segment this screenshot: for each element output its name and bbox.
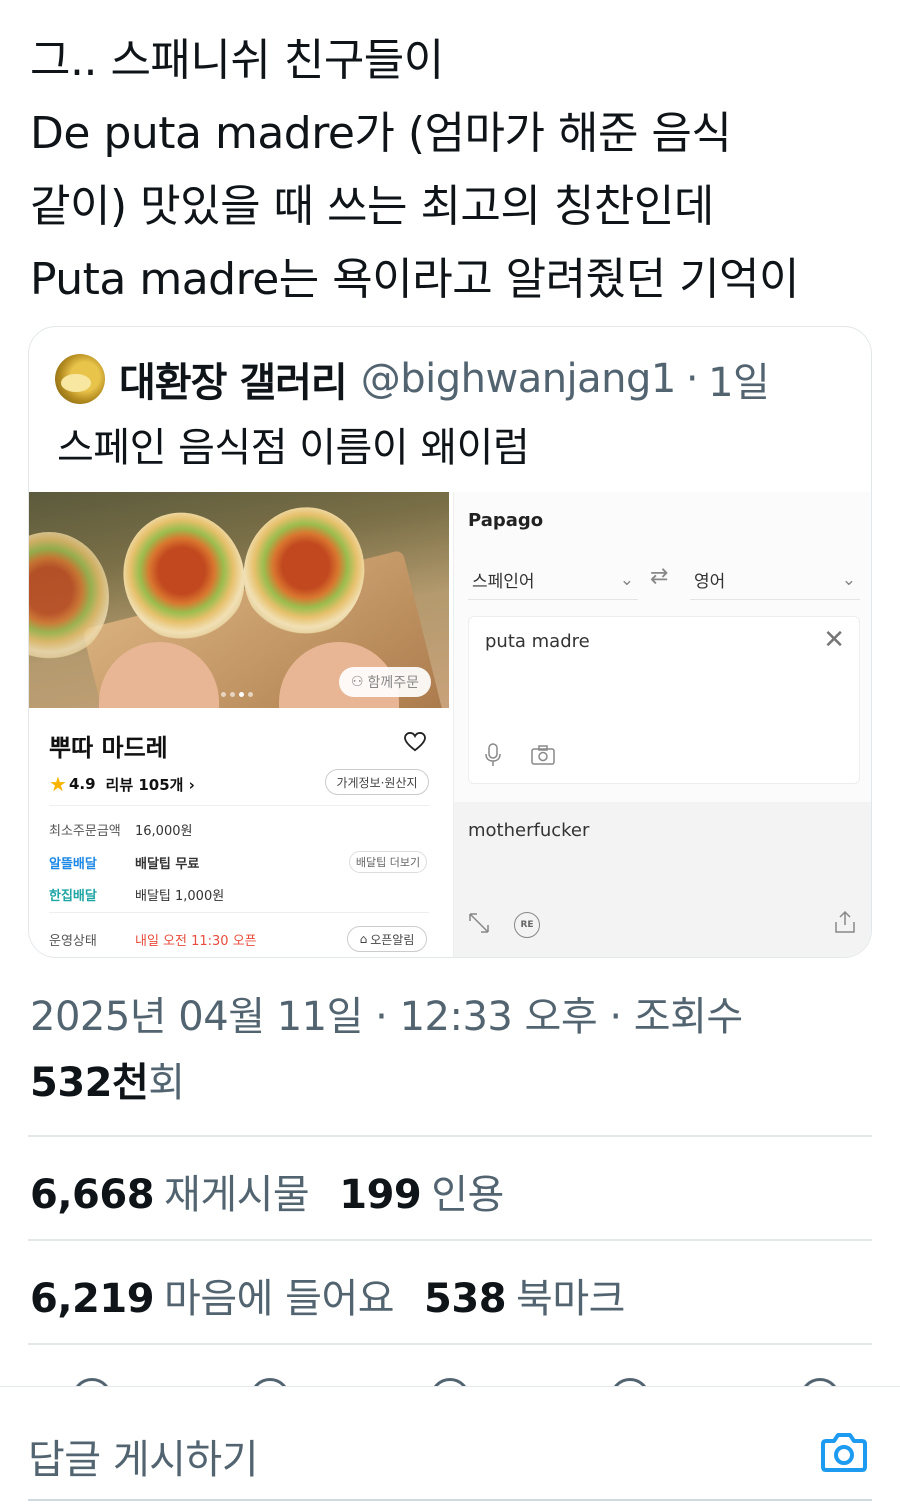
tweet-line: Puta madre는 욕이라고 알려줬던 기억이 <box>30 254 800 305</box>
share-icon <box>835 910 855 933</box>
heart-icon <box>404 732 426 752</box>
target-language-select: 영어 ⌄ <box>690 560 860 600</box>
quote-count[interactable]: 199 <box>339 1172 422 1218</box>
source-text-box: puta madre ✕ <box>468 616 860 784</box>
tweet-text: 그.. 스패니쉬 친구들이 De puta madre가 (엄마가 해준 음식 … <box>30 24 880 316</box>
source-language: 스페인어 <box>472 572 535 592</box>
translation-output: motherfucker RE <box>454 802 871 957</box>
camera-icon <box>531 745 555 765</box>
food-photo: ⚇ 함께주문 <box>29 492 449 708</box>
divider <box>49 805 429 806</box>
tweet-line: 같이) 맛있을 때 쓰는 최고의 칭찬인데 <box>30 181 714 232</box>
separator-dot: · <box>685 356 699 402</box>
together-order-label: 함께주문 <box>367 675 420 691</box>
open-alarm-label: 오픈알림 <box>370 932 415 947</box>
alddel-label: 알뜰배달 <box>49 857 97 872</box>
quote-handle[interactable]: @bighwanjang1 <box>361 356 677 402</box>
view-count: 532천회 <box>30 1050 870 1116</box>
bookmark-label[interactable]: 북마크 <box>516 1266 625 1324</box>
divider <box>28 1343 872 1345</box>
target-language: 영어 <box>694 572 726 592</box>
divider <box>49 912 429 913</box>
alddel-row: 알뜰배달 배달팁 무료 <box>49 853 199 872</box>
store-name: 뿌따 마드레 <box>49 734 168 762</box>
star-icon: ★ <box>49 772 67 796</box>
tweet-meta: 2025년 04월 11일 · 12:33 오후 · 조회수 532천회 <box>30 984 870 1116</box>
retweet-count[interactable]: 6,668 <box>30 1172 155 1218</box>
translated-text: motherfucker <box>468 820 590 841</box>
stats-row-2: 6,219 마음에 들어요 538 북마크 <box>30 1266 655 1324</box>
like-label[interactable]: 마음에 들어요 <box>164 1266 395 1324</box>
chevron-down-icon: ⌄ <box>619 569 634 590</box>
reply-input[interactable]: 답글 게시하기 <box>28 1427 259 1485</box>
mic-icon <box>485 743 501 766</box>
close-icon: ✕ <box>823 625 845 655</box>
view-count-number: 532천 <box>30 1060 149 1106</box>
delivery-app-screenshot: ⚇ 함께주문 뿌따 마드레 ★ 4.9 리뷰 105개 › 가게정보·원산지 최… <box>29 492 449 957</box>
status-label: 운영상태 <box>49 934 97 949</box>
reply-bar: 답글 게시하기 <box>0 1386 900 1512</box>
chevron-down-icon: ⌄ <box>841 569 856 590</box>
person-plus-icon: ⚇ <box>350 674 364 690</box>
expand-icon <box>469 913 489 933</box>
open-alarm-chip: ⌂ 오픈알림 <box>347 926 427 952</box>
rating-row: ★ 4.9 리뷰 105개 › <box>49 772 195 796</box>
tip-more-chip: 배달팁 더보기 <box>349 851 427 873</box>
retweet-label[interactable]: 재게시물 <box>164 1162 310 1220</box>
together-order-button: ⚇ 함께주문 <box>339 667 431 697</box>
status-value: 내일 오전 11:30 오픈 <box>135 934 257 949</box>
quoted-tweet[interactable]: 대환장 갤러리 @bighwanjang1 · 1일 스페인 음식점 이름이 왜… <box>28 326 872 958</box>
min-order-value: 16,000원 <box>135 824 193 839</box>
quote-time[interactable]: 1일 <box>708 350 770 408</box>
tweet-line: 그.. 스패니쉬 친구들이 <box>30 35 444 86</box>
store-info-chip: 가게정보·원산지 <box>325 769 429 795</box>
tweet-line: De puta madre가 (엄마가 해준 음식 <box>30 108 732 159</box>
quote-text: 스페인 음식점 이름이 왜이럼 <box>57 425 530 471</box>
divider <box>28 1239 872 1241</box>
status-row: 운영상태 내일 오전 11:30 오픈 <box>49 930 257 949</box>
reply-underline <box>28 1499 872 1501</box>
hanjip-value: 배달팁 1,000원 <box>135 889 225 904</box>
stats-row-1: 6,668 재게시물 199 인용 <box>30 1162 534 1220</box>
quote-header: 대환장 갤러리 @bighwanjang1 · 1일 <box>55 350 770 408</box>
quote-author-name[interactable]: 대환장 갤러리 <box>119 350 348 408</box>
rating-value: 4.9 <box>68 775 96 793</box>
timestamp: 2025년 04월 11일 · 12:33 오후 · 조회수 <box>30 994 743 1040</box>
quote-label[interactable]: 인용 <box>431 1162 504 1220</box>
hanjip-label: 한집배달 <box>49 889 97 904</box>
min-order-label: 최소주문금액 <box>49 824 121 839</box>
source-text: puta madre <box>485 631 590 652</box>
review-count: 리뷰 105개 › <box>105 775 195 794</box>
bookmark-count[interactable]: 538 <box>424 1276 507 1322</box>
bell-icon: ⌂ <box>359 932 368 946</box>
avatar[interactable] <box>55 354 105 404</box>
swap-icon: ⇄ <box>650 564 669 589</box>
min-order-row: 최소주문금액 16,000원 <box>49 820 192 839</box>
papago-brand: Papago <box>468 510 544 531</box>
hanjip-row: 한집배달 배달팁 1,000원 <box>49 885 224 904</box>
papago-screenshot: Papago 스페인어 ⌄ ⇄ 영어 ⌄ puta madre ✕ mother… <box>453 492 871 957</box>
retranslate-icon: RE <box>514 912 540 938</box>
like-count[interactable]: 6,219 <box>30 1276 155 1322</box>
divider <box>28 1135 872 1137</box>
source-language-select: 스페인어 ⌄ <box>468 560 638 600</box>
view-count-unit: 회 <box>148 1060 185 1106</box>
camera-icon[interactable] <box>820 1429 868 1473</box>
carousel-dots <box>221 692 253 697</box>
alddel-value: 배달팁 무료 <box>135 857 200 872</box>
